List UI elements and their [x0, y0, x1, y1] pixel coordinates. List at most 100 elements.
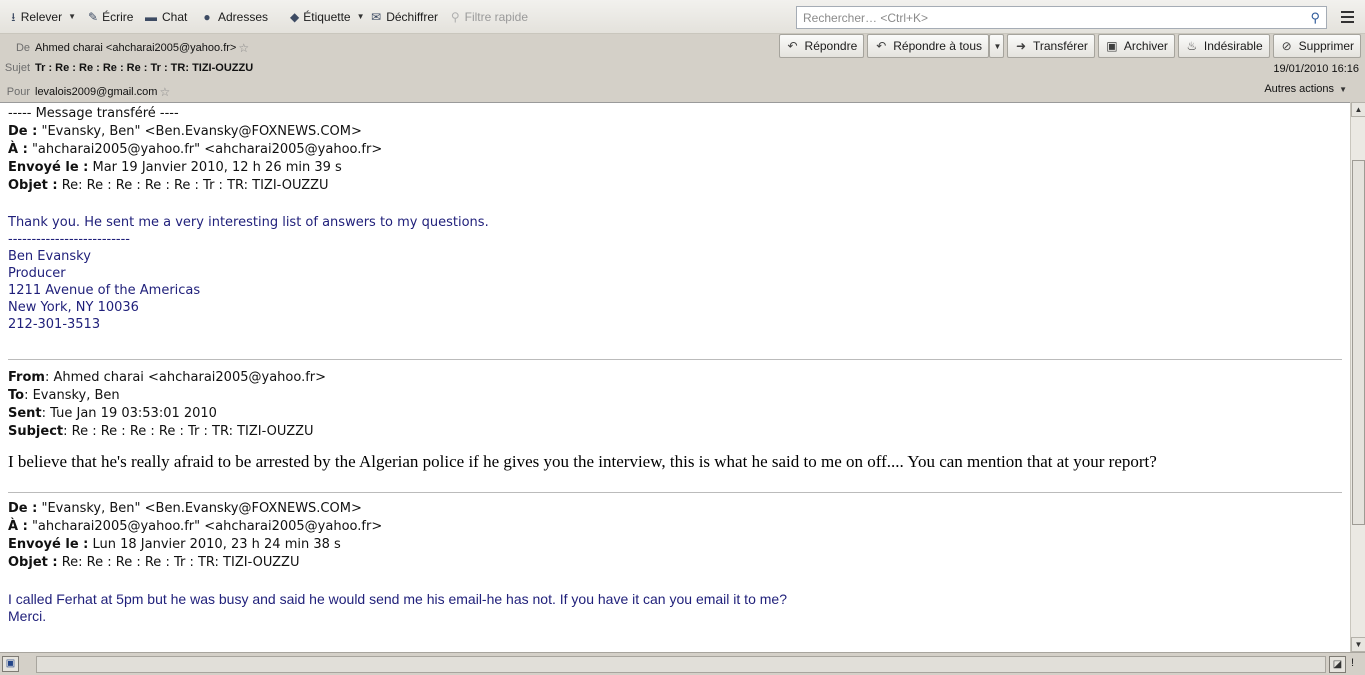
reply-label: Répondre: [804, 39, 858, 53]
sent-label: Sent: [8, 406, 42, 421]
quick-filter-button[interactable]: ⚲ Filtre rapide: [444, 5, 534, 29]
message-actions: ↶ Répondre ↶ Répondre à tous ▼ ➜ Transfé…: [778, 34, 1361, 58]
reply-all-arrow-icon: ↶: [876, 39, 887, 53]
decrypt-button[interactable]: ✉ Déchiffrer: [364, 5, 444, 29]
scroll-up-arrow-icon[interactable]: ▲: [1351, 102, 1365, 117]
envoye-label: Envoyé le :: [8, 537, 89, 552]
chat-button[interactable]: ▬ Chat: [138, 5, 194, 29]
scroll-down-arrow-icon[interactable]: ▼: [1351, 637, 1365, 652]
subject-value: : Re : Re : Re : Re : Tr : TR: TIZI-OUZZ…: [63, 424, 314, 439]
message-date: 19/01/2010 16:16: [1273, 63, 1359, 75]
from-value: : Ahmed charai <ahcharai2005@yahoo.fr>: [44, 370, 327, 385]
delete-label: Supprimer: [1298, 39, 1354, 53]
filter-magnifier-icon: ⚲: [450, 9, 460, 24]
signature-separator: --------------------------: [8, 232, 130, 247]
archive-button[interactable]: ▣ Archiver: [1097, 34, 1175, 58]
mail-window: ⭳ Relever ▼ ✎ Écrire ▬ Chat ● Adresses ◆…: [0, 0, 1365, 675]
vertical-scrollbar[interactable]: ▲ ▼: [1350, 102, 1365, 652]
forward-label: Transférer: [1033, 39, 1088, 53]
junk-button[interactable]: ♨ Indésirable: [1177, 34, 1270, 58]
body-paragraph: I called Ferhat at 5pm but he was busy a…: [8, 591, 787, 607]
to-label: To: [8, 388, 25, 403]
from-label: De: [15, 42, 30, 54]
search-input[interactable]: [803, 10, 1293, 25]
a-value: "ahcharai2005@yahoo.fr" <ahcharai2005@ya…: [31, 142, 383, 157]
envoye-value: Lun 18 Janvier 2010, 23 h 24 min 38 s: [92, 537, 341, 552]
status-text-field: [36, 656, 1326, 673]
objet-value: Re: Re : Re : Re : Re : Tr : TR: TIZI-OU…: [61, 178, 329, 193]
signature-line: Producer: [8, 266, 66, 281]
from-row: De Ahmed charai <ahcharai2005@yahoo.fr> …: [0, 41, 249, 55]
star-icon[interactable]: ☆: [159, 85, 170, 99]
other-actions-label: Autres actions: [1264, 83, 1335, 95]
message-body[interactable]: ----- Message transféré ---- De : "Evans…: [0, 102, 1350, 652]
get-mail-label: Relever: [20, 9, 63, 24]
chat-bubble-icon: ▬: [145, 9, 157, 24]
from-value[interactable]: Ahmed charai <ahcharai2005@yahoo.fr>: [35, 42, 236, 54]
sent-value: : Tue Jan 19 03:53:01 2010: [41, 406, 217, 421]
signature-line: Ben Evansky: [8, 249, 91, 264]
flame-icon: ♨: [1186, 39, 1198, 53]
archive-label: Archiver: [1123, 39, 1168, 53]
delete-button[interactable]: ⊘ Supprimer: [1272, 34, 1361, 58]
subject-label: Sujet: [4, 62, 30, 74]
message-header: De Ahmed charai <ahcharai2005@yahoo.fr> …: [0, 34, 1365, 102]
chevron-down-icon[interactable]: ▼: [68, 12, 76, 21]
to-value: : Evansky, Ben: [24, 388, 120, 403]
junk-label: Indésirable: [1203, 39, 1263, 53]
to-row: Pour levalois2009@gmail.com ☆: [0, 85, 170, 99]
reply-dropdown-button[interactable]: ▼: [989, 34, 1004, 58]
objet-label: Objet :: [8, 555, 58, 570]
forward-button[interactable]: ➜ Transférer: [1007, 34, 1095, 58]
write-button[interactable]: ✎ Écrire: [82, 5, 138, 29]
a-value: "ahcharai2005@yahoo.fr" <ahcharai2005@ya…: [31, 519, 383, 534]
signature-line: New York, NY 10036: [8, 300, 139, 315]
de-value: "Evansky, Ben" <Ben.Evansky@FOXNEWS.COM>: [41, 124, 362, 139]
search-icon[interactable]: ⚲: [1310, 10, 1320, 26]
to-value[interactable]: levalois2009@gmail.com: [35, 86, 157, 98]
star-icon[interactable]: ☆: [238, 41, 249, 55]
body-paragraph: I believe that he's really afraid to be …: [8, 452, 1157, 471]
address-book-label: Adresses: [217, 9, 268, 24]
archive-box-icon: ▣: [1106, 39, 1118, 53]
reply-all-button[interactable]: ↶ Répondre à tous: [867, 34, 989, 58]
main-toolbar: ⭳ Relever ▼ ✎ Écrire ▬ Chat ● Adresses ◆…: [0, 0, 1365, 34]
signature-line: 1211 Avenue of the Americas: [8, 283, 201, 298]
reply-button[interactable]: ↶ Répondre: [778, 34, 865, 58]
body-paragraph: Thank you. He sent me a very interesting…: [8, 215, 489, 230]
exclamation-icon: !: [1351, 657, 1355, 669]
to-label: Pour: [6, 86, 30, 98]
body-paragraph: Merci.: [8, 608, 47, 624]
envoye-label: Envoyé le :: [8, 160, 89, 175]
subject-label: Subject: [8, 424, 64, 439]
hamburger-menu-icon[interactable]: [1336, 7, 1358, 27]
activity-icon[interactable]: ◪: [1329, 656, 1346, 673]
message-content: ----- Message transféré ---- De : "Evans…: [8, 105, 1342, 625]
address-book-button[interactable]: ● Adresses: [194, 5, 274, 29]
forward-arrow-icon: ➜: [1015, 39, 1027, 53]
delete-circle-icon: ⊘: [1281, 39, 1292, 53]
reply-all-label: Répondre à tous: [893, 39, 982, 53]
scrollbar-thumb[interactable]: [1352, 160, 1365, 525]
chat-label: Chat: [162, 9, 188, 24]
tag-label: Étiquette: [303, 9, 351, 24]
search-box[interactable]: ⚲: [796, 6, 1327, 29]
subject-value: Tr : Re : Re : Re : Re : Tr : TR: TIZI-O…: [35, 62, 254, 74]
forward-header: ----- Message transféré ----: [8, 106, 179, 121]
other-actions-menu[interactable]: Autres actions ▼: [1264, 83, 1347, 95]
tag-button[interactable]: ◆ Étiquette ▼: [284, 5, 365, 29]
a-label: À :: [8, 519, 28, 534]
decrypt-label: Déchiffrer: [386, 9, 438, 24]
de-label: De :: [8, 501, 38, 516]
signature-line: 212-301-3513: [8, 317, 101, 332]
subject-row: Sujet Tr : Re : Re : Re : Re : Tr : TR: …: [0, 62, 253, 74]
decrypt-envelope-icon: ✉: [371, 9, 382, 24]
pencil-icon: ✎: [88, 9, 99, 24]
online-status-icon[interactable]: ▣: [2, 656, 19, 672]
get-mail-button[interactable]: ⭳ Relever ▼: [4, 5, 82, 29]
download-icon: ⭳: [11, 9, 16, 24]
reply-arrow-icon: ↶: [787, 39, 798, 53]
de-label: De :: [8, 124, 38, 139]
de-value: "Evansky, Ben" <Ben.Evansky@FOXNEWS.COM>: [41, 501, 362, 516]
quick-filter-label: Filtre rapide: [464, 9, 528, 24]
